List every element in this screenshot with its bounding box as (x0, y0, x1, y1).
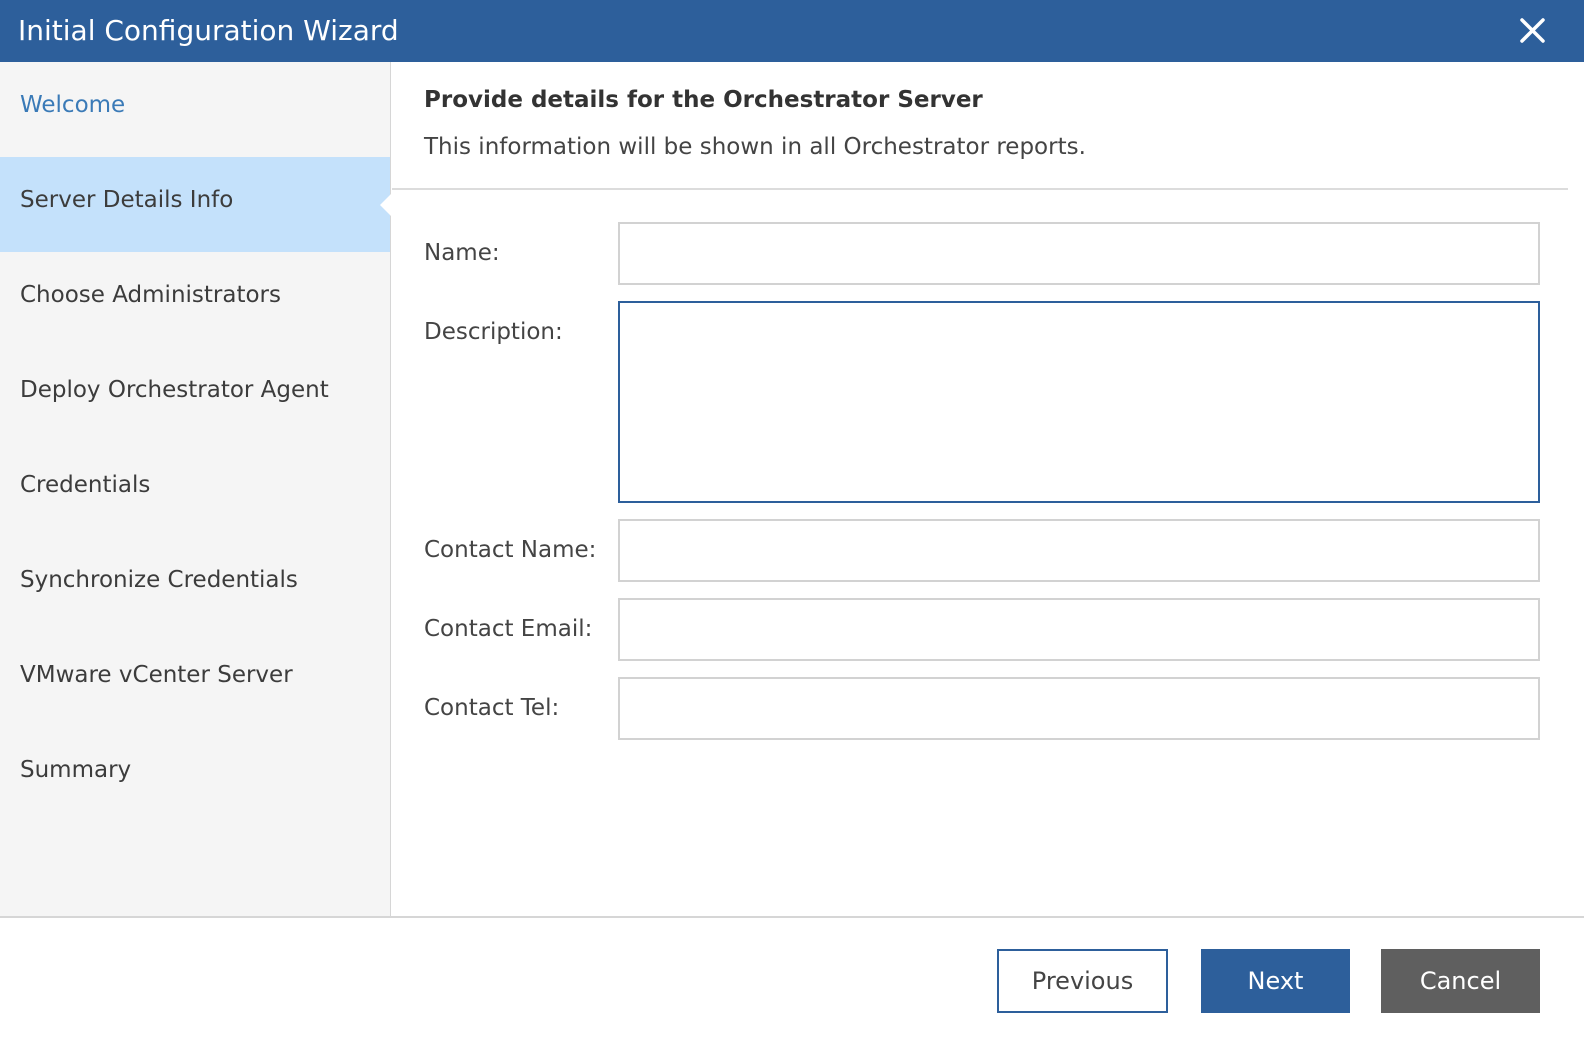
step-server-details-info[interactable]: Server Details Info (0, 157, 391, 252)
step-welcome[interactable]: Welcome (0, 62, 390, 157)
step-deploy-orchestrator-agent[interactable]: Deploy Orchestrator Agent (0, 347, 390, 442)
step-vmware-vcenter-server[interactable]: VMware vCenter Server (0, 632, 390, 727)
step-label: Credentials (20, 472, 151, 498)
close-icon (1520, 18, 1545, 43)
step-label: Welcome (20, 92, 126, 118)
wizard-steps-sidebar: Welcome Server Details Info Choose Admin… (0, 62, 391, 916)
page-heading: Provide details for the Orchestrator Ser… (424, 87, 983, 113)
step-label: Summary (20, 757, 132, 783)
description-label: Description: (424, 319, 563, 345)
contact-tel-label: Contact Tel: (424, 695, 560, 721)
step-label: Server Details Info (20, 187, 234, 213)
step-label: Deploy Orchestrator Agent (20, 377, 329, 403)
name-label: Name: (424, 240, 500, 266)
main-panel: Provide details for the Orchestrator Ser… (392, 62, 1584, 916)
cancel-button[interactable]: Cancel (1381, 949, 1540, 1013)
contact-tel-input[interactable] (618, 677, 1540, 740)
next-button[interactable]: Next (1201, 949, 1350, 1013)
previous-button[interactable]: Previous (997, 949, 1168, 1013)
contact-name-input[interactable] (618, 519, 1540, 582)
step-label: Synchronize Credentials (20, 567, 298, 593)
header-divider (392, 188, 1568, 190)
close-button[interactable] (1512, 11, 1552, 51)
window-title: Initial Configuration Wizard (18, 14, 399, 47)
title-bar: Initial Configuration Wizard (0, 0, 1584, 62)
page-subheading: This information will be shown in all Or… (424, 134, 1086, 160)
step-credentials[interactable]: Credentials (0, 442, 390, 537)
step-label: VMware vCenter Server (20, 662, 293, 688)
description-textarea[interactable] (618, 301, 1540, 503)
contact-email-input[interactable] (618, 598, 1540, 661)
step-synchronize-credentials[interactable]: Synchronize Credentials (0, 537, 390, 632)
step-summary[interactable]: Summary (0, 727, 390, 822)
contact-name-label: Contact Name: (424, 537, 597, 563)
contact-email-label: Contact Email: (424, 616, 593, 642)
name-input[interactable] (618, 222, 1540, 285)
step-label: Choose Administrators (20, 282, 281, 308)
step-choose-administrators[interactable]: Choose Administrators (0, 252, 390, 347)
footer-divider (0, 916, 1584, 918)
